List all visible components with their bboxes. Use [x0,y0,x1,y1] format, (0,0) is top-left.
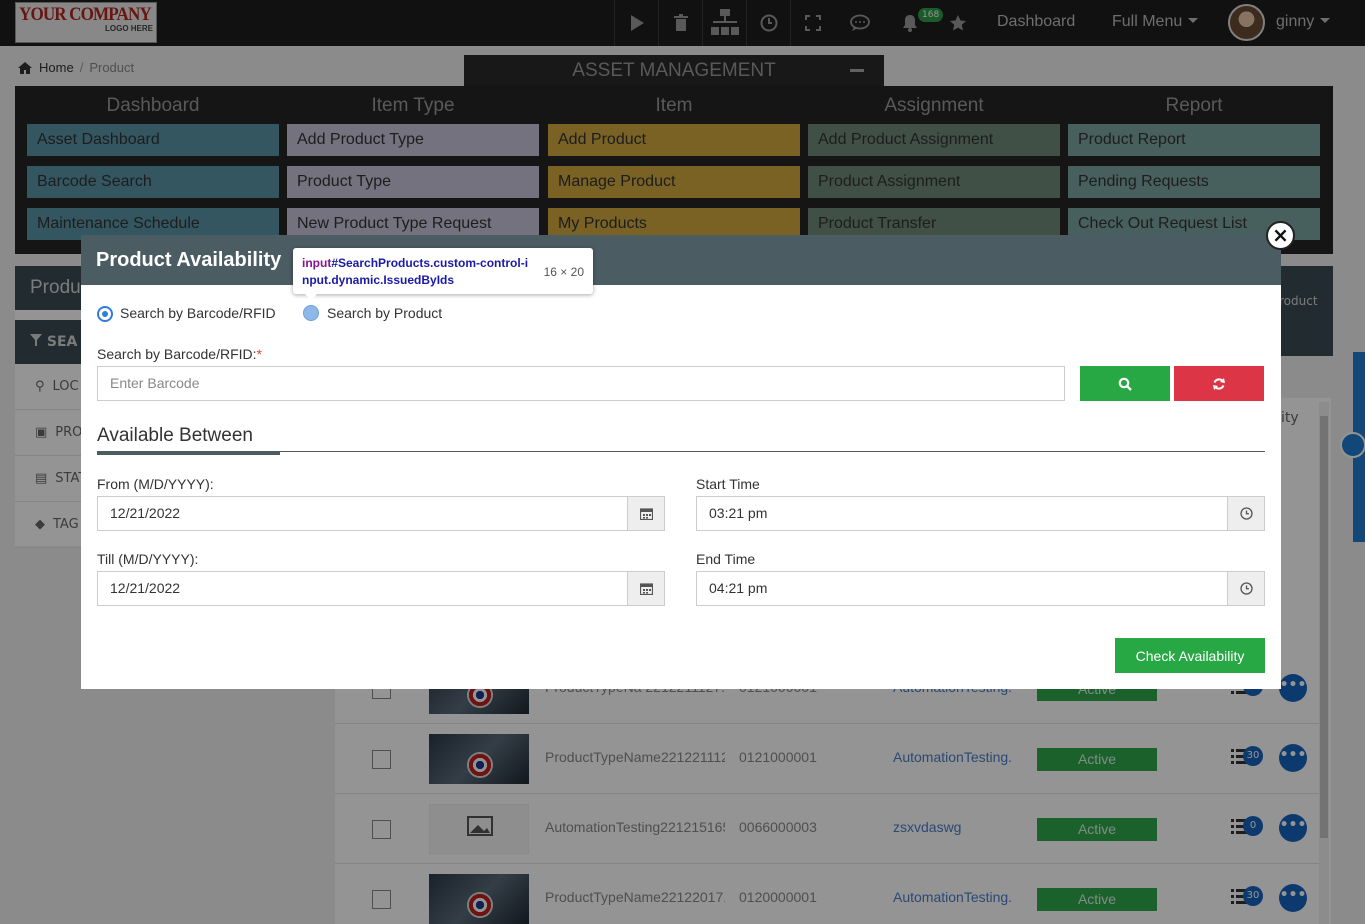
radio-search-by-product[interactable] [303,305,319,321]
available-between-heading: Available Between [97,425,253,446]
required-asterisk: * [256,346,262,362]
section-underline [97,451,280,455]
refresh-icon [1213,377,1225,390]
tag-name: input [302,256,332,270]
barcode-label: Search by Barcode/RFID:* [97,346,262,362]
reset-button[interactable] [1174,366,1264,401]
selector-text: #SearchProducts.custom-control-input.dyn… [302,256,529,287]
end-time-label: End Time [696,551,756,567]
close-icon[interactable]: × [1266,221,1295,250]
search-icon [1118,377,1132,391]
clock-icon[interactable] [1227,496,1265,531]
calendar-icon[interactable] [627,571,665,606]
till-date-label: Till (M/D/YYYY): [97,551,199,567]
start-time-input[interactable]: 03:21 pm [696,496,1228,531]
barcode-input[interactable]: Enter Barcode [97,366,1065,401]
from-date-label: From (M/D/YYYY): [97,476,214,492]
start-time-label: Start Time [696,476,760,492]
search-button[interactable] [1080,366,1170,401]
element-selector: input#SearchProducts.custom-control-inpu… [302,255,534,289]
modal-title: Product Availability [81,235,1281,285]
check-availability-button[interactable]: Check Availability [1115,638,1265,673]
radio-label-product[interactable]: Search by Product [327,305,442,321]
end-time-input[interactable]: 04:21 pm [696,571,1228,606]
element-size: 16 × 20 [543,265,584,279]
radio-label-barcode[interactable]: Search by Barcode/RFID [120,305,276,321]
till-date-input[interactable]: 12/21/2022 [97,571,628,606]
clock-icon[interactable] [1227,571,1265,606]
product-availability-modal: Product Availability [81,235,1281,689]
barcode-label-text: Search by Barcode/RFID: [97,346,257,362]
radio-search-by-barcode[interactable] [97,306,113,322]
inspector-tooltip: input#SearchProducts.custom-control-inpu… [293,248,593,300]
from-date-input[interactable]: 12/21/2022 [97,496,628,531]
calendar-icon[interactable] [627,496,665,531]
